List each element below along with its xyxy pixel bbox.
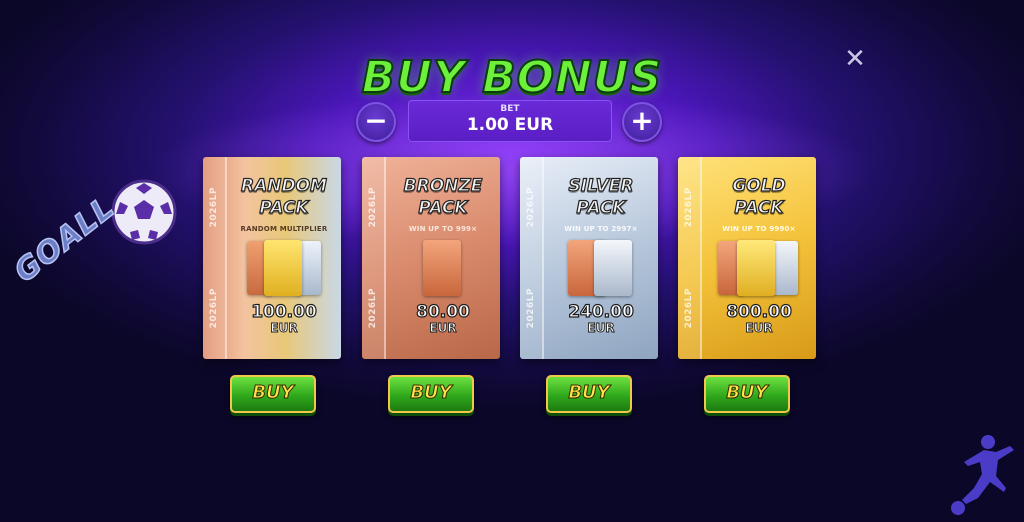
pack-currency: EUR [270, 321, 298, 336]
pack-price: 80.00 [416, 302, 471, 322]
increase-bet-button[interactable]: + [622, 102, 662, 142]
bet-label: BET [500, 104, 520, 114]
goal-logo-text: GOALL [7, 189, 122, 290]
pack-name: GOLD PACK [732, 175, 787, 218]
pack-card-preview [386, 240, 500, 303]
pack-currency: EUR [587, 321, 615, 336]
pack-price: 240.00 [568, 302, 635, 322]
goal-logo: GOALL [6, 178, 180, 338]
pack-currency: EUR [429, 321, 457, 336]
pack-name: BRONZE PACK [403, 175, 483, 218]
pack-card-preview [544, 240, 658, 303]
pack-card-bronze[interactable]: 2026LP 2026LP BRONZE PACK WIN UP TO 999× … [362, 157, 500, 359]
pack-name: RANDOM PACK [240, 175, 327, 218]
soccer-player-silhouette-icon [951, 435, 1014, 515]
pack-side-strip: 2026LP 2026LP [678, 157, 702, 359]
pack-description: WIN UP TO 9990× [722, 225, 796, 233]
pack-side-strip: 2026LP 2026LP [362, 157, 386, 359]
pack-description: WIN UP TO 999× [408, 225, 478, 233]
soccer-ball-icon [111, 179, 177, 245]
pack-card-silver[interactable]: 2026LP 2026LP SILVER PACK WIN UP TO 2997×… [520, 157, 658, 359]
gold-player-card-image [737, 240, 775, 296]
pack-price: 800.00 [726, 302, 793, 322]
buy-gold-pack-button[interactable]: BUY [704, 375, 790, 413]
buy-bronze-pack-button[interactable]: BUY [388, 375, 474, 413]
bet-selector: − BET 1.00 EUR + [354, 100, 664, 142]
bet-display: BET 1.00 EUR [408, 100, 612, 142]
pack-card-gold[interactable]: 2026LP 2026LP GOLD PACK WIN UP TO 9990× 8… [678, 157, 816, 359]
pack-description: WIN UP TO 2997× [564, 225, 638, 233]
pack-side-strip: 2026LP 2026LP [520, 157, 544, 359]
gold-card-image [264, 240, 302, 296]
pack-price: 100.00 [251, 302, 318, 322]
pack-card-preview [702, 240, 816, 303]
buy-random-pack-button[interactable]: BUY [230, 375, 316, 413]
buy-silver-pack-button[interactable]: BUY [546, 375, 632, 413]
pack-card-random[interactable]: 2026LP 2026LP RANDOM PACK RANDOM MULTIPLI… [203, 157, 341, 359]
pack-currency: EUR [745, 321, 773, 336]
silver-player-card-image [772, 241, 798, 295]
pack-name: SILVER PACK [568, 175, 634, 218]
pack-side-strip: 2026LP 2026LP [203, 157, 227, 359]
bet-value: 1.00 EUR [466, 115, 554, 135]
page-title: BUY BONUS [361, 51, 663, 104]
decrease-bet-button[interactable]: − [356, 102, 396, 142]
pack-card-preview [227, 240, 341, 303]
close-icon[interactable]: ✕ [842, 46, 868, 72]
silver-player-card-image [594, 240, 632, 296]
player-card-image [423, 240, 461, 296]
packs-row: 2026LP 2026LP RANDOM PACK RANDOM MULTIPLI… [203, 157, 823, 417]
pack-description: RANDOM MULTIPLIER [240, 225, 328, 233]
